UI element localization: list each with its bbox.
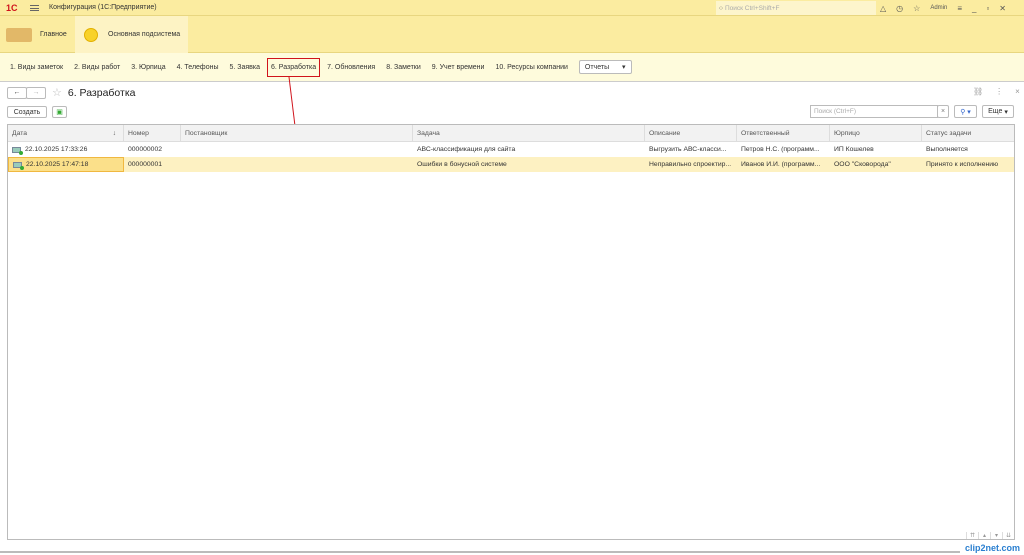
column-header-task[interactable]: Задача (413, 125, 645, 141)
sections-panel: Главное Основная подсистема (0, 16, 1024, 53)
nav-item[interactable]: 9. Учет времени (432, 64, 485, 71)
scroll-last-button[interactable]: ⇊ (1002, 532, 1014, 539)
more-button[interactable]: Еще ▾ (982, 105, 1014, 118)
nav-item-highlighted[interactable]: 6. Разработка (267, 57, 321, 77)
cell-author (181, 142, 413, 157)
nav-item[interactable]: 2. Виды работ (74, 64, 120, 71)
sort-down-icon: ↓ (112, 129, 116, 137)
window-title: Конфигурация (1С:Предприятие) (49, 4, 157, 11)
title-bar: 1С Конфигурация (1С:Предприятие) ○ Поиск … (0, 0, 1024, 16)
section-label: Главное (40, 31, 67, 38)
column-header-date[interactable]: Дата ↓ (8, 125, 124, 141)
table-header: Дата ↓ Номер Постановщик Задача Описание … (8, 125, 1014, 142)
restore-icon[interactable]: ▫ (986, 4, 989, 13)
column-header-number[interactable]: Номер (124, 125, 181, 141)
document-posted-icon (13, 161, 24, 170)
global-search-input[interactable]: ○ Поиск Ctrl+Shift+F (716, 1, 876, 15)
cell-date: 22.10.2025 17:33:26 (8, 142, 124, 157)
cell-description: Выгрузить АВС-класси... (649, 146, 727, 153)
cell-status: Принято к исполнению (926, 161, 999, 168)
form-title: 6. Разработка (67, 86, 136, 99)
clear-search-icon[interactable]: × (937, 105, 949, 118)
watermark: clip2net.com (965, 543, 1021, 553)
tasks-table: Дата ↓ Номер Постановщик Задача Описание … (7, 124, 1015, 540)
column-header-legal-entity[interactable]: Юрпицо (830, 125, 922, 141)
table-row-selected[interactable]: 22.10.2025 17:47:18 000000001 Ошибки в б… (8, 157, 1014, 172)
section-label: Основная подсистема (108, 31, 181, 38)
nav-item[interactable]: 4. Телефоны (177, 64, 219, 71)
cell-number: 000000002 (128, 146, 163, 153)
nav-item[interactable]: 10. Ресурсы компании (495, 64, 567, 71)
search-icon: ○ (719, 4, 723, 12)
cell-author (181, 157, 413, 172)
close-icon[interactable]: ✕ (999, 4, 1006, 13)
excel-export-icon[interactable]: ▣ (52, 106, 67, 118)
form-header: ← → ☆ 6. Разработка (7, 86, 136, 99)
scroll-down-button[interactable]: ▾ (990, 532, 1002, 539)
cell-status: Выполняется (926, 146, 968, 153)
document-posted-icon (12, 146, 23, 155)
reports-button[interactable]: Отчеты ▾ (578, 60, 632, 74)
favorite-star-icon[interactable]: ☆ (52, 86, 62, 99)
cell-task: АВС-классификация для сайта (417, 146, 516, 153)
more-label: Еще (988, 108, 1003, 115)
section-main-subsystem[interactable]: Основная подсистема (75, 16, 188, 53)
cell-number: 000000001 (128, 161, 163, 168)
create-button[interactable]: Создать (7, 106, 47, 118)
horizontal-scrollbar[interactable] (0, 551, 960, 553)
section-main[interactable]: Главное (6, 16, 76, 53)
bell-icon[interactable]: △ (880, 4, 886, 13)
cell-task: Ошибки в бонусной системе (417, 161, 507, 168)
search-options-button[interactable]: ⚲ ▾ (954, 105, 977, 118)
back-button[interactable]: ← (7, 86, 27, 99)
list-search-input[interactable]: Поиск (Ctrl+F) (810, 105, 938, 118)
1c-logo: 1С (6, 2, 18, 13)
column-header-responsible[interactable]: Ответственный (737, 125, 830, 141)
column-header-author[interactable]: Постановщик (181, 125, 413, 141)
scroll-first-button[interactable]: ⇈ (966, 532, 978, 539)
column-header-description[interactable]: Описание (645, 125, 737, 141)
header-label: Дата (12, 129, 28, 137)
nav-item[interactable]: 8. Заметки (386, 64, 421, 71)
close-form-icon[interactable]: × (1015, 87, 1020, 96)
nav-item[interactable]: 7. Обновления (327, 64, 375, 71)
sun-icon (84, 27, 98, 42)
scroll-up-button[interactable]: ▴ (978, 532, 990, 539)
cell-legal-entity: ИП Кошелев (834, 146, 874, 153)
forward-button[interactable]: → (26, 86, 46, 99)
history-icon[interactable]: ◷ (896, 4, 903, 13)
nav-item[interactable]: 1. Виды заметок (10, 64, 63, 71)
more-actions-icon[interactable]: ⋮ (995, 87, 1003, 96)
cell-responsible: Петров Н.С. (программ... (741, 146, 820, 153)
table-row[interactable]: 22.10.2025 17:33:26 000000002 АВС-класси… (8, 142, 1014, 157)
cell-responsible: Иванов И.И. (программ... (741, 161, 821, 168)
user-name[interactable]: Admin (930, 5, 947, 11)
star-icon[interactable]: ☆ (913, 4, 920, 13)
reports-label: Отчеты (584, 63, 610, 71)
column-header-status[interactable]: Статус задачи (922, 125, 1014, 141)
navigation-panel: 1. Виды заметок 2. Виды работ 3. Юрпица … (0, 53, 1024, 82)
date-text: 22.10.2025 17:33:26 (25, 146, 88, 153)
desk-lamp-icon (6, 27, 32, 42)
date-text: 22.10.2025 17:47:18 (26, 161, 89, 168)
settings-icon[interactable]: ≡ (957, 4, 962, 13)
minimize-icon[interactable]: _ (972, 4, 976, 13)
cell-description: Неправильно спроектир... (649, 161, 732, 168)
search-placeholder: Поиск Ctrl+Shift+F (724, 4, 780, 12)
link-icon[interactable]: ⛓ (973, 87, 983, 96)
menu-icon[interactable] (30, 4, 39, 11)
nav-item[interactable]: 5. Заявка (229, 64, 260, 71)
cell-date: 22.10.2025 17:47:18 (8, 157, 124, 172)
nav-item[interactable]: 3. Юрпица (131, 64, 165, 71)
cell-legal-entity: ООО "Сковорода" (834, 161, 891, 168)
